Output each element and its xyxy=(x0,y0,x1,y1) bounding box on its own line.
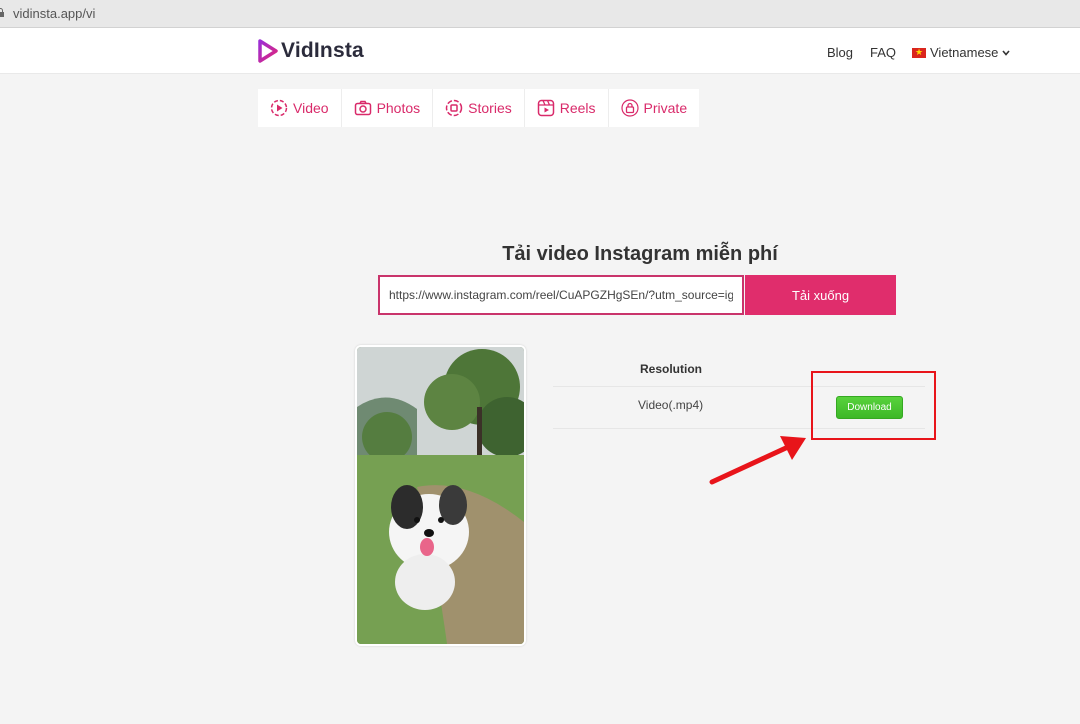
page-title: Tải video Instagram miễn phí xyxy=(502,243,778,265)
resolution-cell: Video(.mp4) xyxy=(638,398,704,412)
download-type-tabs: Video Photos Stories Reels Private xyxy=(258,89,700,127)
logo-text: VidInsta xyxy=(281,39,364,62)
video-thumbnail xyxy=(355,345,526,646)
tab-reels[interactable]: Reels xyxy=(525,89,609,127)
highlight-box xyxy=(811,371,936,440)
tab-stories-label: Stories xyxy=(468,100,512,116)
site-logo[interactable]: VidInsta xyxy=(258,39,364,63)
submit-download-button[interactable]: Tải xuống xyxy=(745,275,896,315)
tab-stories[interactable]: Stories xyxy=(433,89,525,127)
lock-icon xyxy=(0,8,4,17)
tab-video[interactable]: Video xyxy=(258,89,342,127)
dog-preview-image xyxy=(357,347,524,644)
tab-photos[interactable]: Photos xyxy=(342,89,434,127)
instagram-url-input[interactable] xyxy=(378,275,744,315)
lock-icon xyxy=(620,99,639,117)
language-selector[interactable]: ★ Vietnamese xyxy=(912,45,1011,60)
reels-icon xyxy=(537,99,554,117)
stories-icon xyxy=(445,99,463,117)
resolution-column-header: Resolution xyxy=(640,362,702,376)
chevron-down-icon xyxy=(1002,49,1011,56)
play-circle-icon xyxy=(270,99,288,117)
tab-private[interactable]: Private xyxy=(609,89,700,127)
tab-private-label: Private xyxy=(643,100,688,116)
tab-video-label: Video xyxy=(293,100,329,116)
tab-reels-label: Reels xyxy=(559,100,596,116)
browser-url[interactable]: vidinsta.app/vi xyxy=(13,6,95,21)
vietnam-flag-icon: ★ xyxy=(912,47,926,58)
tab-photos-label: Photos xyxy=(376,100,421,116)
logo-play-icon xyxy=(258,39,278,63)
site-header: VidInsta Blog FAQ ★ Vietnamese xyxy=(0,28,1080,74)
nav-blog-link[interactable]: Blog xyxy=(827,45,853,60)
red-arrow-annotation xyxy=(709,436,806,485)
nav-faq-link[interactable]: FAQ xyxy=(870,45,896,60)
camera-icon xyxy=(354,100,371,116)
language-label: Vietnamese xyxy=(930,45,999,60)
browser-address-bar[interactable]: vidinsta.app/vi xyxy=(0,0,1080,28)
